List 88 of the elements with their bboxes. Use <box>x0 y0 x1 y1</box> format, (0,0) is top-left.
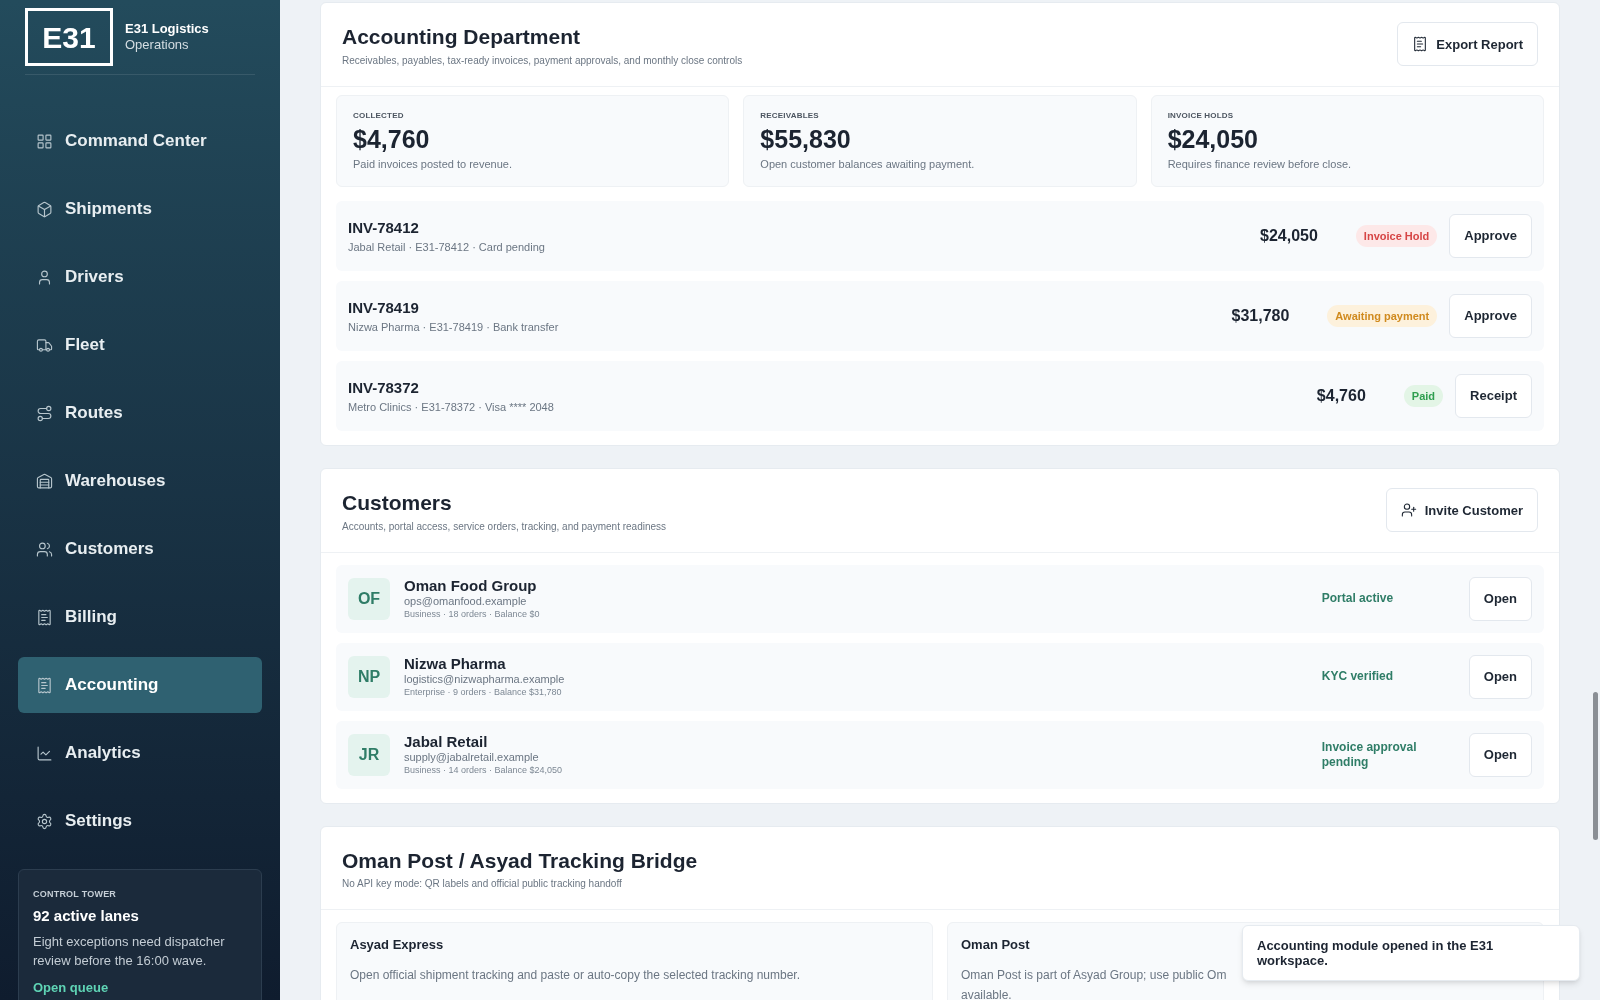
invoice-id: INV-78419 <box>348 297 420 318</box>
open-button[interactable]: Open <box>1468 654 1532 699</box>
nav-item[interactable]: Customers <box>18 521 262 577</box>
customer-avatar: OF <box>348 577 390 620</box>
scrollbar-thumb[interactable] <box>1593 692 1598 840</box>
invoice-id: INV-78372 <box>348 377 420 398</box>
export-report-button[interactable]: Export Report <box>1397 22 1538 67</box>
warehouse-icon <box>36 472 53 490</box>
stat-value: $55,830 <box>760 123 852 155</box>
invoice-detail: Metro Clinics · E31-78372 · Visa **** 2048 <box>348 400 555 415</box>
invoice-amount: $31,780 <box>1231 306 1290 326</box>
receipt-icon <box>1412 36 1429 53</box>
customer-avatar: JR <box>348 733 390 776</box>
toast: Accounting module opened in the E31 workspace. <box>1242 925 1580 981</box>
carrier-name: Asyad Express <box>350 936 444 954</box>
stat-value: $24,050 <box>1167 123 1260 155</box>
customer-status: Portal active <box>1321 591 1395 606</box>
invoice-amount: $24,050 <box>1260 226 1318 246</box>
customer-email: logistics@nizwapharma.example <box>404 673 566 688</box>
stat-label: RECEIVABLES <box>760 109 820 122</box>
receipt-button[interactable]: Receipt <box>1455 374 1532 418</box>
truck-icon <box>36 336 53 354</box>
carrier-name: Oman Post <box>961 936 1030 954</box>
open-button[interactable]: Open <box>1468 576 1532 621</box>
customer-status: KYC verified <box>1321 669 1395 684</box>
brand-subtitle: Operations <box>125 37 190 54</box>
stat-note: Open customer balances awaiting payment. <box>760 156 976 172</box>
card-eyebrow: CONTROL TOWER <box>33 887 118 901</box>
nav-item[interactable]: Analytics <box>18 725 262 781</box>
customer-meta: Enterprise · 9 orders · Balance $31,780 <box>404 687 563 699</box>
status-badge: Invoice Hold <box>1355 224 1438 248</box>
customer-email: supply@jabalretail.example <box>404 751 540 766</box>
receipt-icon <box>36 608 53 626</box>
line-chart-icon <box>36 744 53 762</box>
stat-label: COLLECTED <box>353 109 405 122</box>
add-user-icon <box>1400 502 1417 519</box>
section-subtitle: Receivables, payables, tax-ready invoices, payment approvals, and monthly close controls <box>342 53 743 68</box>
stat-note: Paid invoices posted to revenue. <box>353 156 513 172</box>
section-title: Oman Post / Asyad Tracking Bridge <box>342 847 698 874</box>
section-subtitle: No API key mode: QR labels and official public tracking handoff <box>342 877 623 891</box>
brand-name: E31 Logistics <box>125 20 209 37</box>
card-title: 92 active lanes <box>33 906 140 926</box>
logo: E31 <box>25 8 113 66</box>
approve-button[interactable]: Approve <box>1449 214 1532 258</box>
open-queue-link[interactable]: Open queue <box>33 977 247 997</box>
customer-name: Jabal Retail <box>404 732 489 752</box>
open-button[interactable]: Open <box>1468 732 1532 777</box>
stat-value: $4,760 <box>353 123 431 155</box>
card-text: Eight exceptions need dispatcher review before the 16:00 wave. <box>33 932 226 970</box>
section-title: Customers <box>342 490 453 516</box>
nav-item[interactable]: Command Center <box>18 113 262 169</box>
customer-avatar: NP <box>348 655 390 698</box>
nav-item[interactable]: Settings <box>18 793 262 849</box>
customer-name: Nizwa Pharma <box>404 654 507 674</box>
customer-status: Invoice approval pending <box>1321 739 1418 770</box>
stat-label: INVOICE HOLDS <box>1167 109 1235 122</box>
nav-item[interactable]: Billing <box>18 589 262 645</box>
settings-icon <box>36 812 53 830</box>
invoice-detail: Nizwa Pharma · E31-78419 · Bank transfer <box>348 320 560 335</box>
section-subtitle: Accounts, portal access, service orders, tracking, and payment readiness <box>342 519 667 534</box>
carrier-text: Oman Post is part of Asyad Group; use public Om <box>961 966 1228 984</box>
carrier-text: available. <box>961 986 1013 1000</box>
grid-icon <box>36 132 53 150</box>
customer-name: Oman Food Group <box>404 576 538 596</box>
carrier-text: Open official shipment tracking and paste or auto-copy the selected tracking number. <box>350 966 802 984</box>
approve-button[interactable]: Approve <box>1449 294 1532 338</box>
invoice-amount: $4,760 <box>1316 386 1366 406</box>
nav-item[interactable]: Fleet <box>18 317 262 373</box>
invoice-detail: Jabal Retail · E31-78412 · Card pending <box>348 240 546 255</box>
nav-item[interactable]: Drivers <box>18 249 262 305</box>
customer-meta: Business · 18 orders · Balance $0 <box>404 609 541 621</box>
invite-customer-button[interactable]: Invite Customer <box>1385 488 1538 533</box>
nav-item[interactable]: Accounting <box>18 657 262 713</box>
customer-meta: Business · 14 orders · Balance $24,050 <box>404 765 564 777</box>
receipt-icon <box>36 676 53 694</box>
users-icon <box>36 540 53 558</box>
customer-email: ops@omanfood.example <box>404 595 528 610</box>
nav-item[interactable]: Routes <box>18 385 262 441</box>
section-title: Accounting Department <box>342 24 581 50</box>
route-icon <box>36 404 53 422</box>
status-badge: Awaiting payment <box>1327 304 1438 328</box>
status-badge: Paid <box>1403 384 1444 408</box>
nav-item[interactable]: Shipments <box>18 181 262 237</box>
nav-item[interactable]: Warehouses <box>18 453 262 509</box>
stat-note: Requires finance review before close. <box>1167 156 1353 172</box>
invoice-id: INV-78412 <box>348 217 420 238</box>
user-icon <box>36 268 53 286</box>
box-icon <box>36 200 53 218</box>
